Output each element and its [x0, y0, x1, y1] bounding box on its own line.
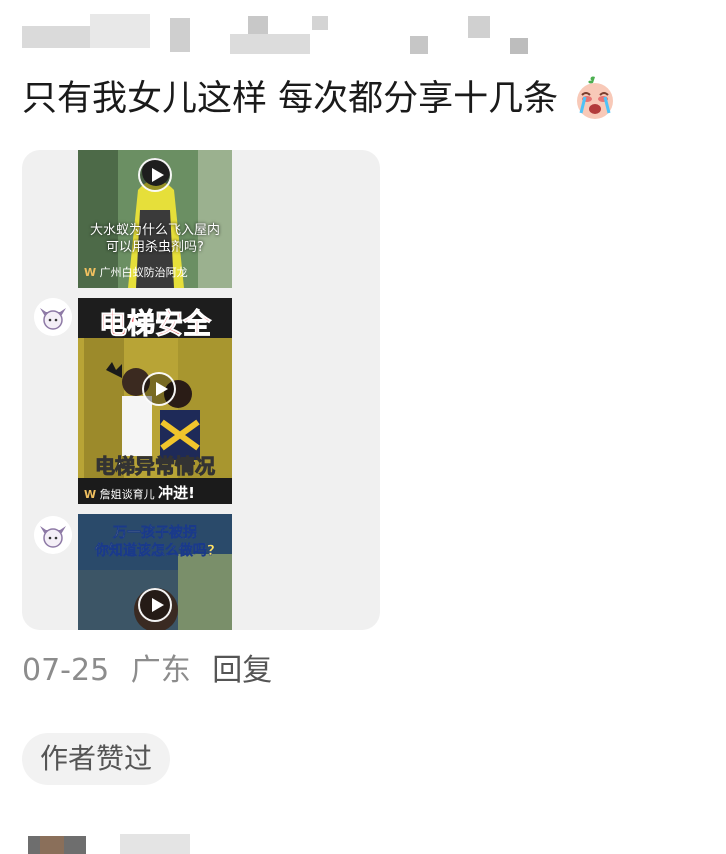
comment-location: 广东 — [130, 653, 191, 688]
video-3-caption-line1: 万一孩子被拐 — [113, 525, 198, 542]
crying-face-emoji-icon — [571, 73, 619, 121]
video-2-subtitle: 电梯异常情况 — [95, 454, 216, 479]
video-1-caption-line2: 可以用杀虫剂吗? — [106, 240, 204, 255]
comment-date: 07-25 — [22, 653, 110, 688]
kuromi-avatar-icon — [34, 516, 72, 554]
blurred-next-comment — [0, 820, 726, 854]
avatar[interactable] — [34, 516, 72, 554]
comment-body: 只有我女儿这样 每次都分享十几条 — [22, 79, 559, 119]
shared-message-1: 大水蚁为什么飞入屋内 可以用杀虫剂吗? W 广州白蚁防治阿龙 — [22, 150, 380, 288]
play-icon[interactable] — [138, 588, 172, 622]
play-icon[interactable] — [138, 158, 172, 192]
video-3-caption-line2: 你知道该怎么做吗? — [94, 543, 216, 560]
kuromi-avatar-icon — [34, 298, 72, 336]
shared-videos-card[interactable]: 大水蚁为什么飞入屋内 可以用杀虫剂吗? W 广州白蚁防治阿龙 电梯安全 电梯异常… — [22, 150, 380, 630]
shared-message-2: 电梯安全 电梯异常情况 W 詹姐谈育儿 冲进! — [22, 298, 380, 504]
video-thumbnail-2[interactable]: 电梯安全 电梯异常情况 W 詹姐谈育儿 冲进! — [78, 298, 232, 504]
comment-text: 只有我女儿这样 每次都分享十几条 — [22, 74, 619, 124]
app-logo-icon: W — [84, 266, 97, 279]
comment-meta: 07-25 广东 回复 — [22, 650, 284, 692]
blurred-header — [0, 0, 726, 70]
shared-message-3: 万一孩子被拐 你知道该怎么做吗? — [22, 514, 380, 630]
video-2-source: 詹姐谈育儿 — [99, 488, 155, 501]
video-2-tag: 冲进! — [158, 484, 195, 502]
video-1-source: 广州白蚁防治阿龙 — [99, 266, 188, 279]
play-icon[interactable] — [142, 372, 176, 406]
reply-button[interactable]: 回复 — [212, 653, 272, 688]
video-thumbnail-1[interactable]: 大水蚁为什么飞入屋内 可以用杀虫剂吗? W 广州白蚁防治阿龙 — [78, 150, 232, 288]
author-liked-badge: 作者赞过 — [22, 733, 171, 785]
video-1-caption-line1: 大水蚁为什么飞入屋内 — [89, 223, 220, 238]
video-thumbnail-3[interactable]: 万一孩子被拐 你知道该怎么做吗? — [78, 514, 232, 630]
video-2-title: 电梯安全 — [98, 307, 211, 341]
app-logo-icon: W — [84, 488, 97, 501]
avatar[interactable] — [34, 298, 72, 336]
